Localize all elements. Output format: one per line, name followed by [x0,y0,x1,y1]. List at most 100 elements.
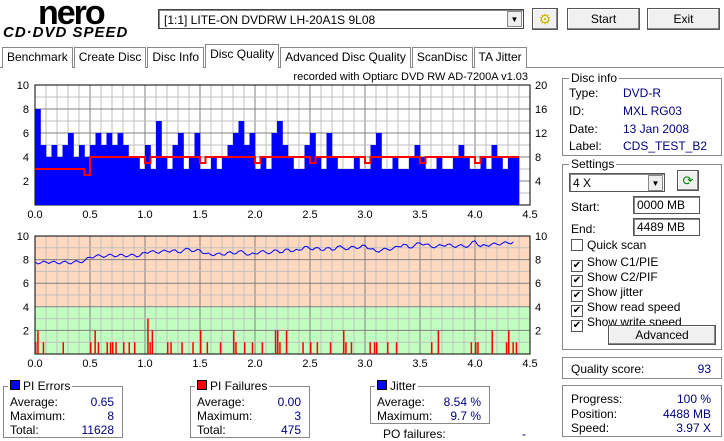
pif-bar [395,342,398,354]
y-tick-label: 4 [23,152,29,164]
progress-group: Progress: 100 % Position: 4488 MB Speed: 3.… [562,385,722,437]
pie-bar [183,169,190,205]
x-tick-label: 1.0 [137,209,152,221]
pif-bar [477,342,479,354]
pie-bar [161,157,168,205]
tab-create-disc[interactable]: Create Disc [73,47,147,68]
drive-select-value: [1:1] LITE-ON DVDRW LH-20A1S 9L08 [164,13,376,27]
pif-bar [491,330,493,354]
pif-bar [376,342,378,354]
x-tick-label: 3.0 [357,358,372,370]
checkbox-quick-scan[interactable]: Quick scan [571,238,646,252]
pie-bar [282,145,289,205]
pie-bar [409,157,415,205]
jitter-group: Jitter Average: 8.54 % Maximum: 9.7 % [370,379,490,424]
pie-bar [442,169,448,205]
progress-value: 100 % [676,392,711,406]
end-input[interactable]: 4489 MB [633,218,700,236]
max-label: Maximum: [197,409,253,423]
x-tick-label: 4.0 [467,209,482,221]
pif-bar [42,342,45,354]
y2-tick-label: 4 [535,176,541,188]
pi-failures-legend-swatch [197,380,207,390]
settings-group: Settings 4 X ▼ ⟳ Start: 0000 MB End: 4489… [562,157,722,350]
pie-bar [95,133,102,205]
pi-errors-maximum: 8 [107,409,114,423]
pie-bar [150,169,157,205]
drive-select[interactable]: [1:1] LITE-ON DVDRW LH-20A1S 9L08 ▼ [158,9,524,29]
disc-info-group: Disc info Type: DVD-R ID: MXL RG03 Date: 13… [562,71,722,156]
tab-ta-jitter[interactable]: TA Jitter [473,47,527,68]
checkbox-box[interactable]: ✔ [571,320,583,332]
pie-bar [365,169,371,205]
pie-bar [458,145,465,205]
avg-label: Average: [10,395,58,409]
pie-bar [134,157,140,205]
x-tick-label: 1.5 [192,209,207,221]
pie-bar [326,133,333,205]
tab-advanced-disc-quality[interactable]: Advanced Disc Quality [280,47,411,68]
checkbox-label: Show jitter [587,285,644,299]
pie-bar [414,145,421,205]
tab-disc-info[interactable]: Disc Info [147,47,205,68]
pie-bar [233,133,239,205]
pie-bar [211,157,217,205]
pie-bar [299,169,305,205]
pie-bar [304,145,311,205]
pif-bar [219,342,222,354]
type-label: Type: [569,86,599,100]
x-tick-label: 2.5 [302,358,317,370]
chevron-down-icon[interactable]: ▼ [507,11,522,27]
advanced-button[interactable]: Advanced [608,325,716,345]
pif-bar [128,342,130,354]
pif-bar [470,342,473,354]
pif-bar [181,342,183,354]
quality-score-group: Quality score: 93 [562,357,722,379]
pie-bar [216,169,223,205]
pif-bar [115,342,117,354]
settings-title: Settings [569,157,617,171]
start-button[interactable]: Start [567,8,640,30]
pie-bar [112,145,118,205]
cd-dvd-speed-logo: CD·DVD SPEED [3,24,129,41]
pi-failures-maximum: 3 [294,409,301,423]
pif-bar [192,342,194,354]
tab-scandisc[interactable]: ScanDisc [411,47,473,68]
x-tick-label: 0.5 [82,209,97,221]
pie-bar [189,157,195,205]
pif-bar [343,330,345,354]
pie-bar [156,121,162,205]
pif-bar [167,342,169,354]
pif-bar [310,342,312,354]
pif-bar [329,342,332,354]
y-tick-label: 8 [23,104,29,116]
pif-bar [206,342,209,354]
pif-bar [508,330,510,354]
exit-button[interactable]: Exit [647,8,720,30]
pie-bar [475,169,481,205]
quality-score-value: 93 [697,362,711,376]
y2-tick-label: 2 [535,325,541,337]
pie-bar [106,133,113,205]
pie-bar [271,133,278,205]
pi-errors-group: PI Errors Average: 0.65 Maximum: 8 Total: 1… [3,379,123,438]
pie-bar [172,145,179,205]
chevron-down-icon[interactable]: ▼ [648,175,663,191]
tab-benchmark[interactable]: Benchmark [2,47,73,68]
tab-disc-quality[interactable]: Disc Quality [205,44,280,68]
checkbox-label: Quick scan [587,238,647,252]
pif-bar [244,342,246,354]
pif-bar [437,330,440,354]
refresh-icon[interactable]: ⟳ [677,170,699,191]
speed-select[interactable]: 4 X ▼ [569,173,665,192]
pie-bar [194,133,201,205]
start-input[interactable]: 0000 MB [633,196,700,214]
pif-bar [475,342,477,354]
drive-config-icon[interactable]: ⚙ [532,8,558,30]
pie-bar [425,169,432,205]
avg-label: Average: [197,395,245,409]
x-tick-label: 0.0 [27,209,42,221]
pif-bar [106,342,108,354]
checkbox-box[interactable] [571,239,583,251]
charts: recorded with Optiarc DVD RW AD-7200A v1… [17,71,548,370]
